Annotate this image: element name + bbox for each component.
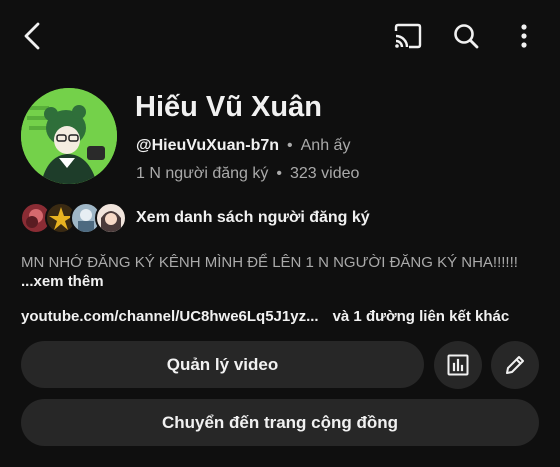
separator-dot: • <box>287 137 293 154</box>
more-options-button[interactable] <box>506 18 542 54</box>
channel-links: youtube.com/channel/UC8hwe6Lq5J1yz... và… <box>21 308 509 325</box>
channel-handle: @HieuVuXuan-b7n <box>136 137 280 154</box>
search-icon <box>454 24 479 49</box>
channel-name: Hiếu Vũ Xuân <box>135 91 322 123</box>
channel-avatar[interactable] <box>21 88 117 184</box>
manage-videos-label: Quản lý video <box>166 354 279 374</box>
subscribers-preview[interactable]: Xem danh sách người đăng ký <box>20 202 370 234</box>
avatar-illustration <box>21 88 117 184</box>
more-vertical-icon <box>521 24 527 48</box>
show-more-link[interactable]: ...xem thêm <box>21 273 104 290</box>
search-button[interactable] <box>448 18 484 54</box>
description-text: MN NHỚ ĐĂNG KÝ KÊNH MÌNH ĐỂ LÊN 1 N NGƯỜ… <box>21 254 518 271</box>
subscriber-avatars <box>20 202 128 234</box>
channel-description[interactable]: MN NHỚ ĐĂNG KÝ KÊNH MÌNH ĐỂ LÊN 1 N NGƯỜ… <box>21 253 521 291</box>
video-count: 323 video <box>290 165 360 182</box>
go-to-community-button[interactable]: Chuyển đến trang cộng đồng <box>21 399 539 446</box>
cast-button[interactable] <box>390 18 426 54</box>
manage-videos-button[interactable]: Quản lý video <box>21 341 424 388</box>
channel-handle-row: @HieuVuXuan-b7n • Anh ấy <box>136 137 350 155</box>
arrow-back-icon <box>24 22 40 50</box>
back-button[interactable] <box>14 18 50 54</box>
more-links-link[interactable]: và 1 đường liên kết khác <box>333 308 510 325</box>
top-app-bar <box>0 0 560 72</box>
analytics-icon <box>447 354 469 376</box>
edit-pencil-icon <box>506 356 524 374</box>
community-label: Chuyển đến trang cộng đồng <box>161 412 399 432</box>
subscriber-count: 1 N người đăng ký <box>136 165 269 182</box>
pronouns: Anh ấy <box>300 137 351 154</box>
separator-dot: • <box>276 165 282 182</box>
edit-channel-button[interactable] <box>491 341 539 389</box>
subscriber-avatar <box>95 202 127 234</box>
channel-url-link[interactable]: youtube.com/channel/UC8hwe6Lq5J1yz... <box>21 308 319 325</box>
view-subscribers-link[interactable]: Xem danh sách người đăng ký <box>136 209 370 227</box>
analytics-button[interactable] <box>434 341 482 389</box>
cast-icon <box>394 23 422 49</box>
channel-stats-row: 1 N người đăng ký • 323 video <box>136 165 359 183</box>
